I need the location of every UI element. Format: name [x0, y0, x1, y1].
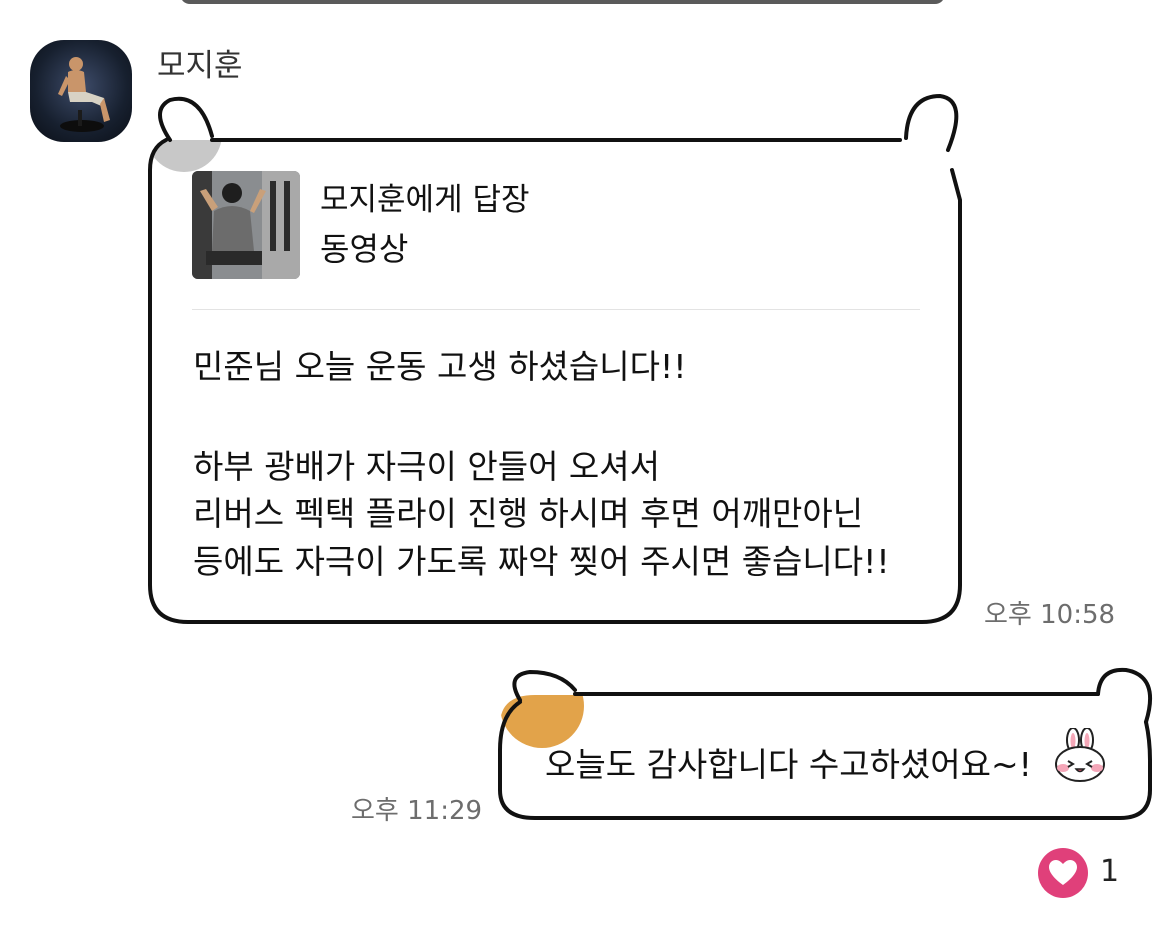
incoming-timestamp: 오후 10:58: [984, 600, 1116, 630]
outgoing-timestamp: 오후 11:29: [351, 796, 483, 826]
message-line: 리버스 펙택 플라이 진행 하시며 후면 어깨만아닌: [193, 494, 864, 533]
reaction-count: 1: [1100, 854, 1120, 889]
message-line: 등에도 자극이 가도록 짜악 찢어 주시면 좋습니다!!: [193, 542, 890, 581]
reply-divider: [192, 309, 920, 310]
reply-title[interactable]: 모지훈에게 답장: [320, 174, 530, 219]
outgoing-message-text: 오늘도 감사합니다 수고하셨어요~!: [545, 745, 1032, 784]
heart-icon: [1049, 860, 1077, 885]
reply-type-label[interactable]: 동영상: [320, 224, 408, 270]
bunny-emoticon-icon: [1052, 727, 1108, 788]
heart-reaction-button[interactable]: [1038, 848, 1088, 898]
message-line: 하부 광배가 자극이 안들어 오셔서: [193, 447, 660, 486]
message-line: 민준님 오늘 운동 고생 하셨습니다!!: [193, 347, 687, 386]
reply-video-thumbnail[interactable]: [192, 171, 300, 279]
